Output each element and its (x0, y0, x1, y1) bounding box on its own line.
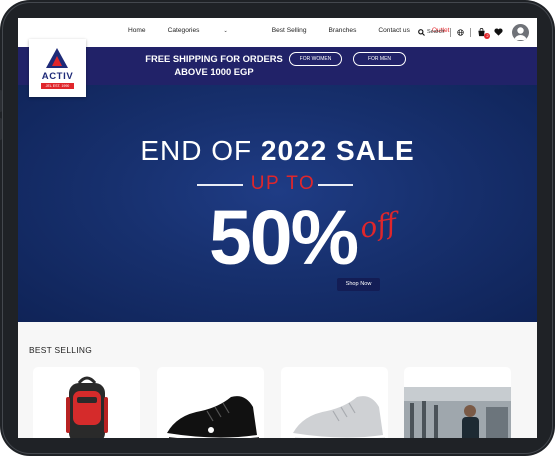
search-label: Search (427, 29, 445, 35)
search-icon (418, 28, 425, 36)
hero-banner: END OF 2022 SALE UP TO 50% off Shop Now (18, 85, 537, 322)
cart-button[interactable]: 2 (477, 27, 491, 39)
hero-up-to: UP TO (250, 173, 316, 194)
product-card[interactable] (157, 367, 264, 438)
hero-title-year: 2022 SALE (260, 135, 415, 166)
for-women-button[interactable]: FOR WOMEN (289, 52, 342, 66)
product-card[interactable] (33, 367, 140, 438)
nav-categories-label: Categories (167, 27, 200, 34)
hero-title: END OF 2022 SALE (18, 135, 537, 167)
free-shipping-message: FREE SHIPPING FOR ORDERS ABOVE 1000 EGP (114, 52, 314, 78)
header-tools: Search 2 (418, 23, 530, 41)
divider (470, 27, 472, 37)
hero-percent: 50% (208, 195, 359, 281)
product-image-grey-sneaker (293, 396, 385, 438)
cart-count-badge: 2 (484, 32, 491, 39)
user-silhouette (514, 26, 527, 40)
volume-down-button (0, 118, 2, 140)
best-selling-heading: BEST SELLING (29, 345, 93, 355)
nav-branches[interactable]: Branches (329, 27, 357, 34)
logo-tagline: JEL EST. 1990 (41, 83, 74, 89)
product-card[interactable] (281, 367, 388, 438)
promo-line-1: FREE SHIPPING FOR ORDERS (145, 53, 283, 64)
user-avatar-icon[interactable] (512, 23, 530, 41)
shop-now-button[interactable]: Shop Now (337, 278, 380, 291)
tablet-frame: Home Categories ⌄ Best Selling Branches C… (0, 0, 555, 456)
globe-icon[interactable] (457, 28, 465, 36)
brand-logo[interactable]: ACTIV JEL EST. 1990 (29, 39, 86, 97)
hero-off: off (357, 206, 400, 245)
top-header: Home Categories ⌄ Best Selling Branches C… (18, 18, 537, 47)
promo-bar: ACTIV JEL EST. 1990 FREE SHIPPING FOR OR… (18, 39, 537, 97)
for-men-button[interactable]: FOR MEN (353, 52, 406, 66)
product-card[interactable] (404, 367, 511, 438)
promo-line-2: ABOVE 1000 EGP (174, 66, 254, 77)
chevron-down-icon: ⌄ (223, 28, 228, 34)
product-image-gym-photo (404, 387, 511, 438)
nav-best-selling[interactable]: Best Selling (272, 27, 307, 34)
hero-title-prefix: END OF (140, 135, 261, 166)
product-image-backpack (66, 376, 108, 438)
volume-up-button (0, 90, 2, 112)
logo-wordmark: ACTIV (41, 71, 74, 82)
screen: Home Categories ⌄ Best Selling Branches C… (18, 18, 537, 438)
product-image-black-sneaker (167, 396, 259, 438)
search-button[interactable]: Search (418, 28, 445, 36)
nav-home[interactable]: Home (128, 27, 146, 34)
divider (450, 27, 452, 37)
nav-contact[interactable]: Contact us (378, 27, 410, 34)
logo-mark-icon (46, 48, 68, 68)
nav-categories[interactable]: Categories ⌄ (168, 27, 250, 34)
best-selling-section: BEST SELLING (18, 322, 537, 438)
heart-icon[interactable] (494, 28, 504, 36)
